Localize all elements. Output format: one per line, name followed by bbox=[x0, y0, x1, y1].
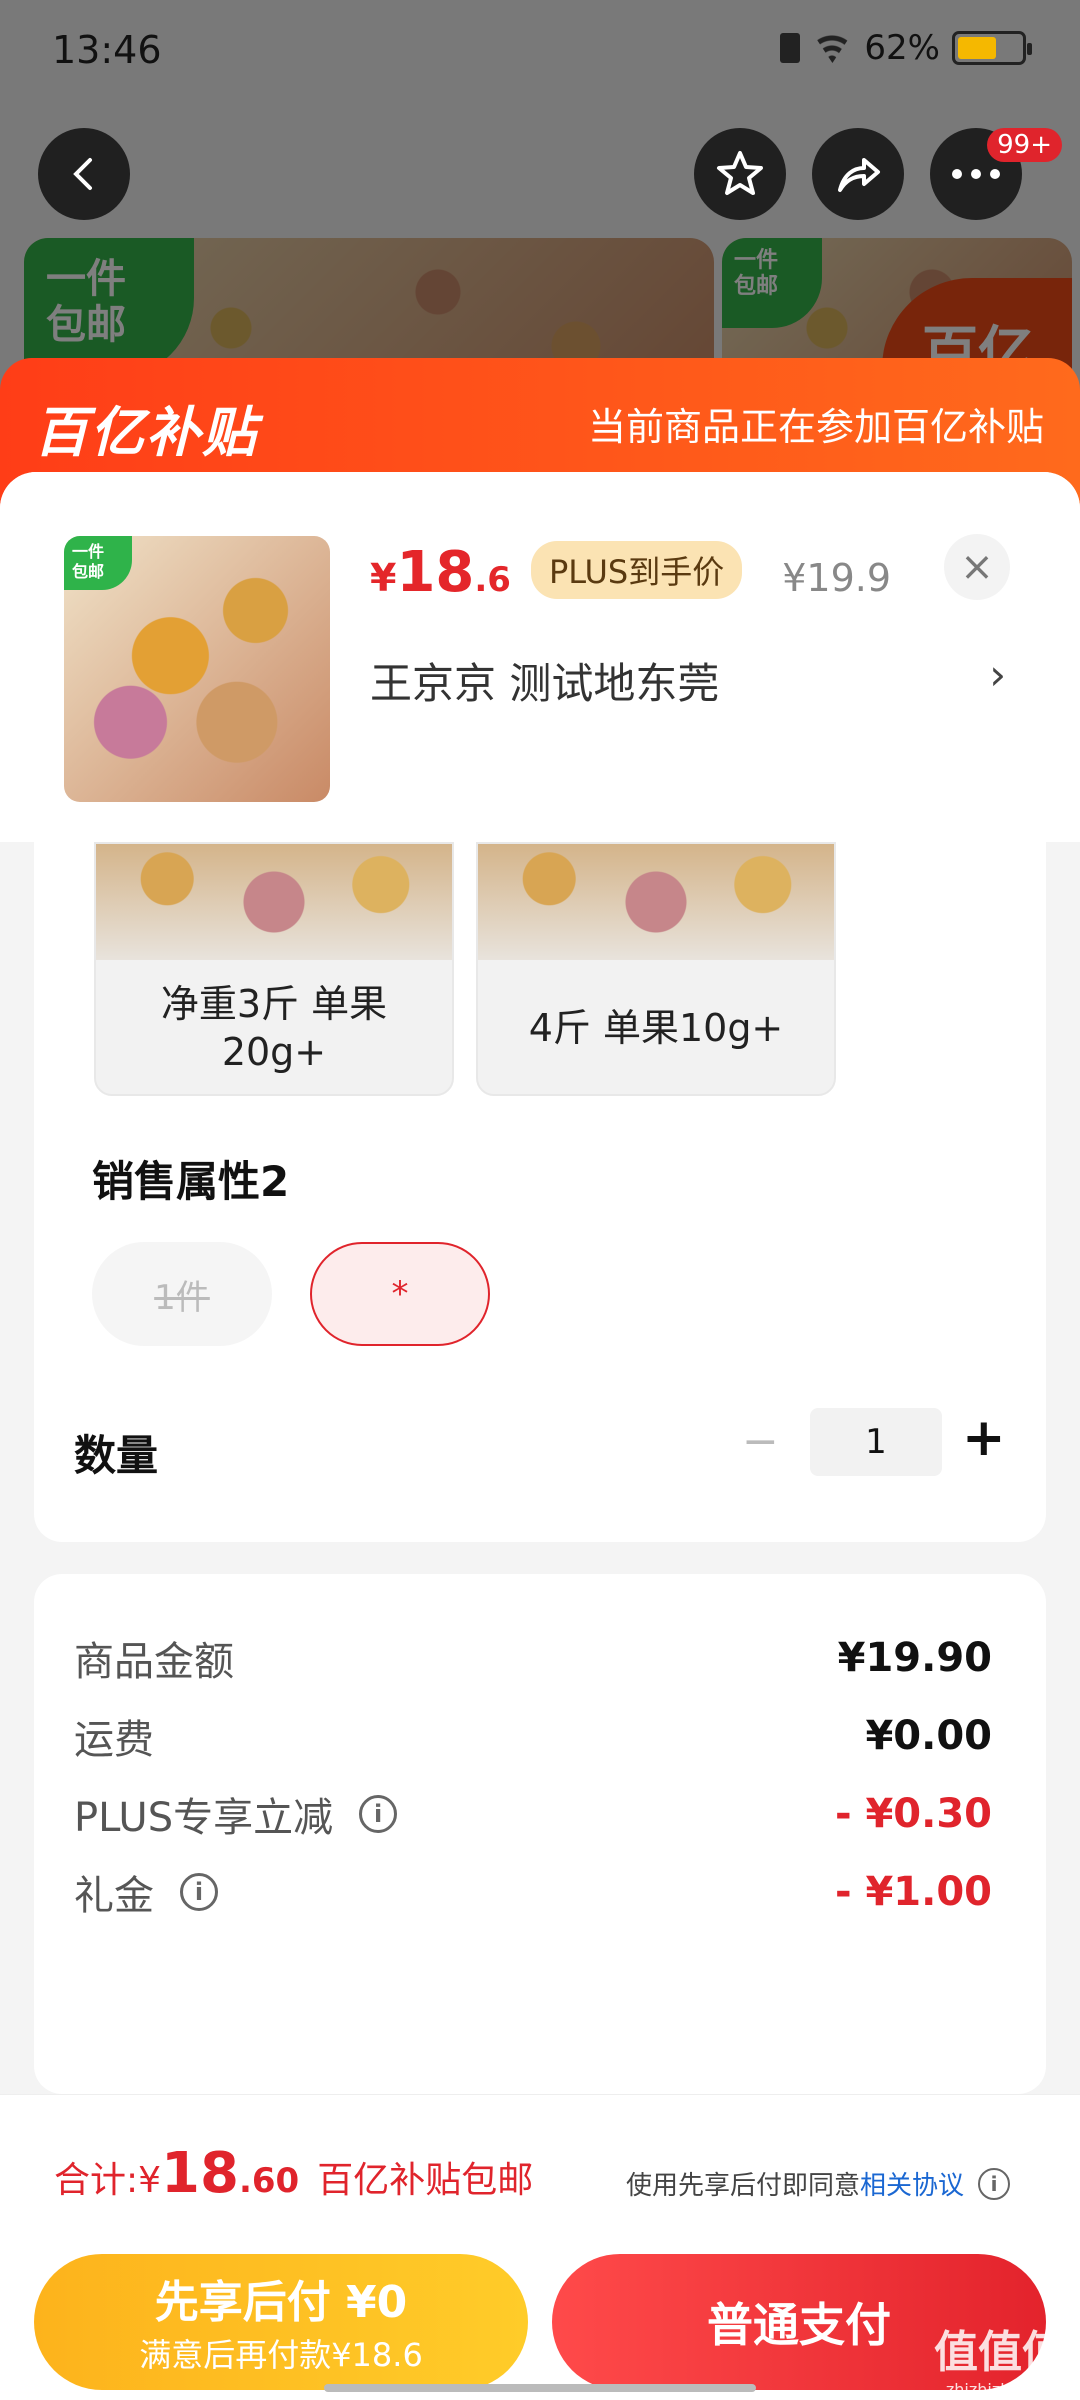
total-amount: 合计: ¥ 18 .60 百亿补贴包邮 bbox=[54, 2141, 533, 2206]
info-icon[interactable]: i bbox=[359, 1795, 398, 1833]
spec-option-label: 净重3斤 单果20g+ bbox=[160, 982, 388, 1074]
free-shipping-note: 百亿补贴包邮 bbox=[317, 2160, 534, 2201]
tag-line-1: 一件 bbox=[72, 542, 105, 561]
watermark-logo: 值值值 zhizhizhi.com bbox=[934, 2316, 1066, 2399]
wifi-icon bbox=[812, 33, 852, 63]
total-integer: 18 bbox=[161, 2141, 239, 2206]
status-time: 13:46 bbox=[52, 28, 162, 72]
total-decimal: .60 bbox=[238, 2161, 300, 2201]
star-icon bbox=[717, 151, 763, 195]
buy-now-pay-later-button[interactable]: 先享后付 ¥0 满意后再付款¥18.6 bbox=[34, 2254, 528, 2390]
spec-option-label: 4斤 单果10g+ bbox=[528, 1006, 784, 1050]
watermark-url: zhizhizhi.com bbox=[945, 2380, 1055, 2399]
plus-price-badge: PLUS到手价 bbox=[530, 541, 743, 599]
summary-row-gift: 礼金 i - ¥1.00 bbox=[74, 1862, 992, 1922]
spec-option-2[interactable]: 4斤 单果10g+ bbox=[476, 842, 836, 1096]
info-icon[interactable]: i bbox=[978, 2167, 1010, 2200]
sales-attribute-title: 销售属性2 bbox=[92, 1157, 290, 1206]
summary-row-plus-discount: PLUS专享立减 i - ¥0.30 bbox=[74, 1784, 992, 1844]
status-bar: 13:46 62% bbox=[0, 0, 1080, 100]
bnpl-title: 先享后付 ¥0 bbox=[154, 2277, 408, 2328]
close-icon: × bbox=[960, 544, 994, 590]
chevron-right-icon[interactable]: › bbox=[989, 650, 1006, 699]
product-thumbnail[interactable]: 一件 包邮 bbox=[64, 536, 330, 802]
agreement-text: 使用先享后付即同意 bbox=[625, 2171, 860, 2201]
spec-option-image bbox=[478, 844, 834, 960]
notification-badge: 99+ bbox=[987, 128, 1062, 162]
share-icon bbox=[838, 158, 880, 192]
more-dots-icon bbox=[952, 169, 1000, 179]
bnpl-subtitle: 满意后再付款¥18.6 bbox=[139, 2336, 423, 2374]
product-summary: 一件 包邮 ¥18.6 PLUS到手价 ¥19.9 × 王京京 测试地东莞 › bbox=[0, 472, 1080, 842]
quantity-input[interactable]: 1 bbox=[810, 1408, 942, 1476]
action-bar: 先享后付 ¥0 满意后再付款¥18.6 普通支付 bbox=[0, 2244, 1080, 2400]
summary-label-wrap: PLUS专享立减 i bbox=[74, 1785, 398, 1843]
summary-row-shipping: 运费 ¥0.00 bbox=[74, 1706, 992, 1766]
summary-value: - ¥1.00 bbox=[834, 1869, 992, 1915]
agreement-note: 使用先享后付即同意 相关协议 i bbox=[626, 2165, 1010, 2202]
info-icon[interactable]: i bbox=[180, 1873, 218, 1911]
subsidy-notice: 当前商品正在参加百亿补贴 bbox=[587, 405, 1044, 449]
free-shipping-tag: 一件 包邮 bbox=[64, 536, 132, 590]
currency-symbol: ¥ bbox=[138, 2160, 162, 2201]
price-summary: 商品金额 ¥19.90 运费 ¥0.00 PLUS专享立减 i - ¥0.30 … bbox=[34, 1574, 1046, 2094]
spec-option-1[interactable]: 净重3斤 单果20g+ bbox=[94, 842, 454, 1096]
total-bar: 合计: ¥ 18 .60 百亿补贴包邮 使用先享后付即同意 相关协议 i bbox=[0, 2094, 1080, 2244]
favorite-button[interactable] bbox=[694, 128, 786, 220]
close-button[interactable]: × bbox=[944, 534, 1010, 600]
attribute-pill-disabled: 1件 bbox=[92, 1242, 272, 1346]
home-indicator[interactable] bbox=[324, 2384, 756, 2392]
spec-option-image bbox=[96, 844, 452, 960]
battery-percent: 62% bbox=[864, 28, 940, 68]
decrement-button[interactable]: − bbox=[742, 1416, 779, 1467]
spec-selector: 净重3斤 单果20g+ 4斤 单果10g+ 销售属性2 1件 * 数量 − 1 … bbox=[34, 842, 1046, 1542]
summary-label-wrap: 礼金 i bbox=[74, 1863, 218, 1921]
original-price: ¥19.9 bbox=[782, 556, 892, 600]
summary-label: PLUS专享立减 bbox=[74, 1795, 334, 1841]
price-integer: 18 bbox=[396, 540, 475, 605]
currency-symbol: ¥ bbox=[370, 556, 397, 600]
price-decimal: .6 bbox=[474, 560, 511, 600]
summary-value: ¥19.90 bbox=[837, 1635, 992, 1681]
attribute-pill-selected[interactable]: * bbox=[310, 1242, 490, 1346]
plus-price: ¥18.6 bbox=[370, 540, 511, 605]
summary-label: 礼金 bbox=[74, 1873, 154, 1919]
battery-icon bbox=[952, 31, 1032, 65]
subsidy-brand-logo: 百亿补贴 bbox=[34, 401, 258, 464]
total-label: 合计: bbox=[54, 2160, 139, 2201]
quantity-label: 数量 bbox=[74, 1431, 159, 1480]
summary-row-goods: 商品金额 ¥19.90 bbox=[74, 1628, 992, 1688]
tag-line-2: 包邮 bbox=[72, 562, 105, 581]
status-icons: 62% bbox=[780, 28, 1032, 68]
summary-label: 运费 bbox=[74, 1717, 154, 1763]
chevron-left-icon bbox=[73, 158, 92, 190]
sim-icon bbox=[780, 33, 801, 63]
share-button[interactable] bbox=[812, 128, 904, 220]
agreement-link[interactable]: 相关协议 bbox=[860, 2165, 964, 2202]
summary-value: ¥0.00 bbox=[865, 1713, 992, 1759]
price-row: ¥18.6 PLUS到手价 ¥19.9 bbox=[370, 540, 891, 607]
summary-value: - ¥0.30 bbox=[834, 1791, 992, 1837]
increment-button[interactable]: + bbox=[962, 1408, 1006, 1468]
summary-label: 商品金额 bbox=[74, 1639, 234, 1685]
watermark-text: 值值值 bbox=[934, 2327, 1066, 2378]
back-button[interactable] bbox=[38, 128, 130, 220]
delivery-address[interactable]: 王京京 测试地东莞 bbox=[370, 650, 1020, 711]
